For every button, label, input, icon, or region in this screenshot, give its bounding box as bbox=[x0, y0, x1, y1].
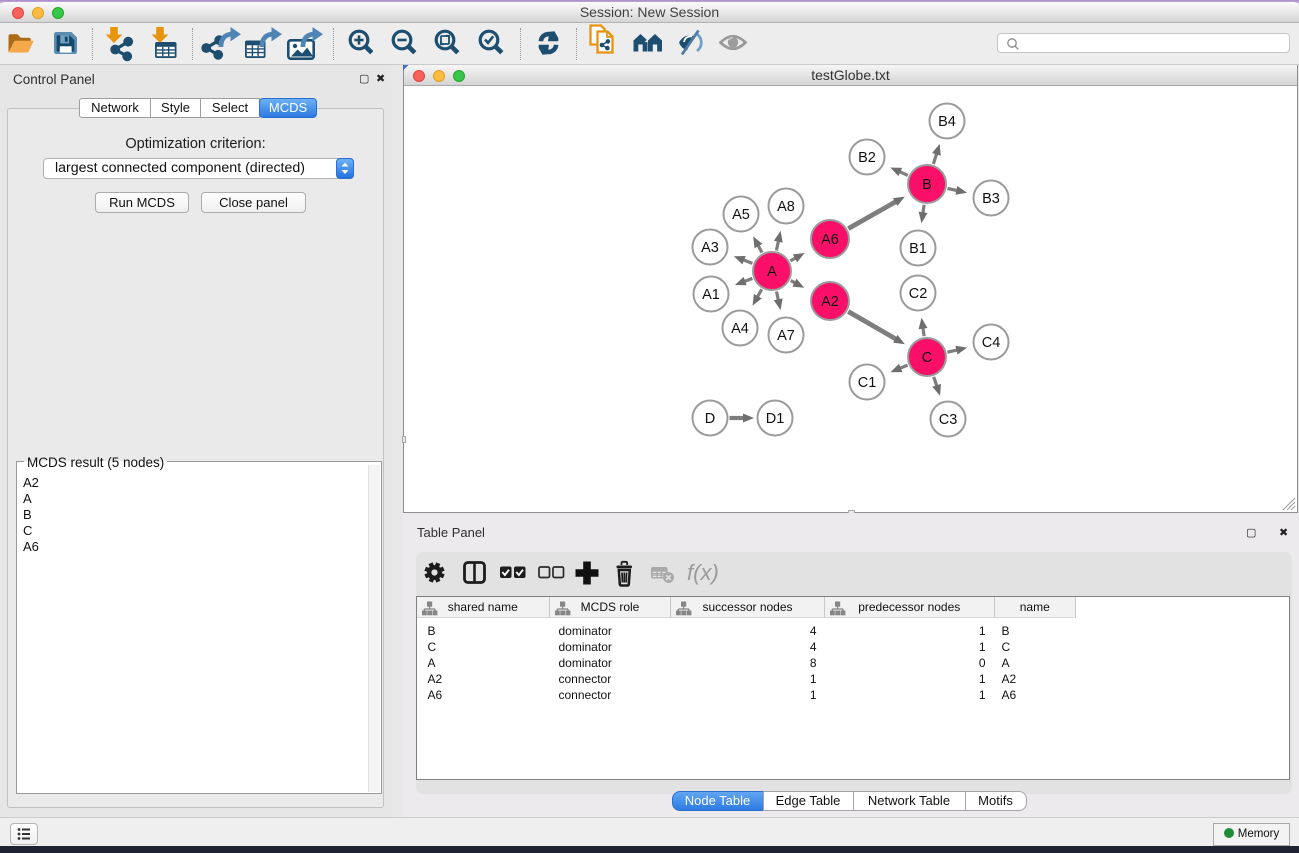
svg-text:D1: D1 bbox=[766, 411, 785, 427]
svg-text:C3: C3 bbox=[939, 412, 958, 428]
svg-text:A1: A1 bbox=[702, 287, 720, 303]
svg-text:A: A bbox=[767, 264, 777, 280]
svg-text:A8: A8 bbox=[777, 199, 795, 215]
svg-text:A4: A4 bbox=[731, 321, 749, 337]
svg-text:C1: C1 bbox=[858, 375, 877, 391]
svg-text:D: D bbox=[705, 411, 715, 427]
svg-text:A2: A2 bbox=[821, 294, 839, 310]
svg-text:C: C bbox=[922, 350, 932, 366]
svg-text:C2: C2 bbox=[909, 286, 928, 302]
svg-text:A7: A7 bbox=[777, 328, 795, 344]
svg-text:A3: A3 bbox=[701, 240, 719, 256]
svg-text:A5: A5 bbox=[732, 207, 750, 223]
svg-text:f(x): f(x) bbox=[687, 560, 719, 585]
svg-text:B4: B4 bbox=[938, 114, 956, 130]
svg-text:B2: B2 bbox=[858, 150, 876, 166]
svg-text:B3: B3 bbox=[982, 191, 1000, 207]
svg-text:C4: C4 bbox=[982, 335, 1001, 351]
svg-text:B1: B1 bbox=[909, 241, 927, 257]
svg-text:A6: A6 bbox=[821, 232, 839, 248]
svg-text:B: B bbox=[922, 177, 932, 193]
